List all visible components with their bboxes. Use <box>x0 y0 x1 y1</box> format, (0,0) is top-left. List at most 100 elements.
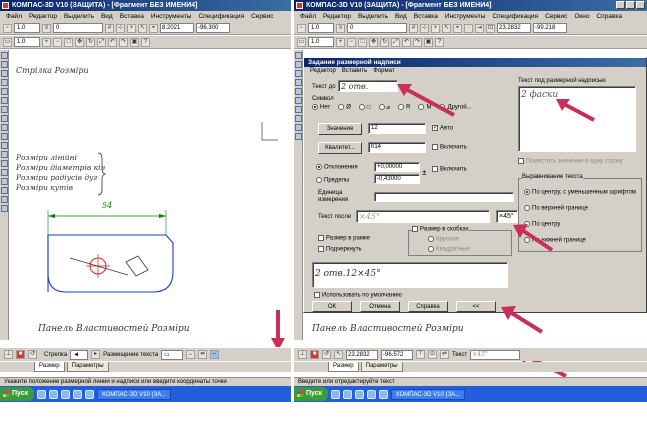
arrow-combo[interactable]: ◄ <box>70 349 89 360</box>
grid-icon[interactable]: # <box>105 23 114 33</box>
left-status-bar: Укажите положение размерной линии и надп… <box>0 377 291 386</box>
left-taskbar: Пуск КОМПАС-3D V10 (ЗА... <box>0 386 291 402</box>
local-cs-icon[interactable]: ⌖ <box>149 23 158 33</box>
tab-parameters[interactable]: Параметры <box>66 362 109 372</box>
start-button[interactable]: Пуск <box>294 387 329 401</box>
dim-option-2-icon[interactable]: ⇹ <box>198 350 208 359</box>
zoom-out-icon[interactable]: − <box>53 37 62 47</box>
table-tool-icon[interactable] <box>1 178 8 185</box>
ortho-icon[interactable]: + <box>127 23 136 33</box>
menu-insert[interactable]: Вставка <box>120 11 144 22</box>
auto-create-icon[interactable]: ↺ <box>28 350 37 359</box>
stop-icon[interactable]: ■ <box>310 350 319 359</box>
select-tool-icon[interactable] <box>1 106 8 113</box>
page-margin <box>0 402 647 448</box>
quicklaunch-player-icon[interactable] <box>73 389 83 399</box>
cursor-icon[interactable]: ↖ <box>138 23 147 33</box>
quicklaunch-folder-icon[interactable] <box>379 389 389 399</box>
taskbar-kompas-item[interactable]: КОМПАС-3D V10 (ЗА... <box>97 388 172 400</box>
props-text-label: Текст <box>452 351 468 358</box>
zoom-window-icon[interactable]: □ <box>64 37 73 47</box>
report-tool-icon[interactable] <box>1 124 8 131</box>
quicklaunch-ie-icon[interactable] <box>331 389 341 399</box>
geometry-tool-icon[interactable] <box>1 52 8 59</box>
tab-size[interactable]: Размер <box>328 362 359 372</box>
redo-icon[interactable]: ↷ <box>119 37 128 47</box>
pan-icon[interactable]: ✥ <box>75 37 84 47</box>
menu-specification[interactable]: Спецификация <box>198 11 244 22</box>
start-button[interactable]: Пуск <box>0 387 35 401</box>
point-icon[interactable]: ↖ <box>334 350 343 359</box>
cursor-box <box>125 255 149 277</box>
insert-tool-icon[interactable] <box>1 133 8 140</box>
quicklaunch-mail-icon[interactable] <box>343 389 353 399</box>
quicklaunch-player-icon[interactable] <box>367 389 377 399</box>
circle-snap-icon[interactable]: ⊙ <box>428 350 437 359</box>
coord-y-field[interactable]: -96.300 <box>196 23 230 33</box>
text-tool-icon[interactable] <box>1 169 8 176</box>
layer-combo[interactable]: 0 <box>53 23 103 33</box>
link-icon[interactable]: ⇌ <box>440 350 449 359</box>
refresh-icon[interactable]: ↻ <box>86 37 95 47</box>
quicklaunch-folder-icon[interactable] <box>85 389 95 399</box>
props-coord-y[interactable]: -96.572 <box>381 349 413 360</box>
hatch-tool-icon[interactable] <box>1 160 8 167</box>
measure-tool-icon[interactable] <box>1 97 8 104</box>
props-text-field[interactable]: ×45° <box>470 349 521 360</box>
right-properties-panel: ⊥ ■ ↺ ↖ 23.2832 -96.572 ⊤ ⊙ ⇌ Текст ×45° <box>294 347 647 361</box>
help-icon[interactable]: ? <box>141 37 150 47</box>
quicklaunch-ie-icon[interactable] <box>37 389 47 399</box>
left-property-tabs: Размер Параметры <box>0 362 291 372</box>
layer-tool-icon[interactable] <box>1 151 8 158</box>
menu-file[interactable]: Файл <box>6 11 22 22</box>
taskbar-kompas-item[interactable]: КОМПАС-3D V10 (ЗА... <box>391 388 466 400</box>
library-tool-icon[interactable] <box>1 142 8 149</box>
zoom-in-icon[interactable]: + <box>42 37 51 47</box>
dim-option-active-icon[interactable]: ⇔ <box>210 350 220 359</box>
tab-parameters[interactable]: Параметры <box>360 362 403 372</box>
scale-combo-2[interactable]: 1.0 <box>14 37 40 47</box>
right-window: КОМПАС-3D V10 (ЗАЩИТА) - [Фрагмент БЕЗ И… <box>294 0 647 448</box>
left-drawing-canvas[interactable]: Стрілка Розміри Розміри лінійні Розміри … <box>10 50 291 340</box>
placement-combo[interactable]: ▭ <box>161 349 184 360</box>
panel-caption: Панель Властивостей Розміри <box>38 324 190 334</box>
arrow-toggle-icon[interactable]: ▸ <box>91 350 101 359</box>
menu-tools[interactable]: Инструменты <box>151 11 192 22</box>
stop-icon[interactable]: ■ <box>16 350 25 359</box>
open-icon[interactable]: ▭ <box>3 37 12 47</box>
dim-option-1-icon[interactable]: ↔ <box>186 350 196 359</box>
dimension-tool-icon[interactable] <box>1 61 8 68</box>
symbol-tool-icon[interactable] <box>1 70 8 77</box>
edit-tool-icon[interactable] <box>1 79 8 86</box>
undo-icon[interactable]: ↶ <box>108 37 117 47</box>
menu-select[interactable]: Выделить <box>64 11 94 22</box>
props-coord-x[interactable]: 23.2832 <box>346 349 378 360</box>
quicklaunch-mail-icon[interactable] <box>49 389 59 399</box>
left-menu-bar: Файл Редактор Выделить Вид Вставка Инстр… <box>0 11 291 22</box>
layer-icon[interactable]: ≡ <box>42 23 51 33</box>
misc-tool-icon[interactable] <box>1 205 8 212</box>
pin-icon[interactable]: ⊥ <box>4 350 13 359</box>
leader-line <box>69 257 129 276</box>
zoom-all-icon[interactable]: ⤢ <box>97 37 106 47</box>
right-taskbar: Пуск КОМПАС-3D V10 (ЗА... <box>294 386 647 402</box>
quicklaunch-desktop-icon[interactable] <box>355 389 365 399</box>
macro-tool-icon[interactable] <box>1 196 8 203</box>
new-icon[interactable]: ▫ <box>3 23 12 33</box>
menu-editor[interactable]: Редактор <box>29 11 57 22</box>
tangent-icon[interactable]: ⊤ <box>416 350 425 359</box>
quicklaunch-desktop-icon[interactable] <box>61 389 71 399</box>
pin-icon[interactable]: ⊥ <box>298 350 307 359</box>
dimension-arrow-left <box>48 214 55 218</box>
snap-icon[interactable]: ⊹ <box>116 23 125 33</box>
menu-service[interactable]: Сервис <box>251 11 273 22</box>
auto-create-icon[interactable]: ↺ <box>322 350 331 359</box>
scale-combo[interactable]: 1.0 <box>14 23 40 33</box>
view-tool-icon[interactable] <box>1 187 8 194</box>
tab-size[interactable]: Размер <box>34 362 65 372</box>
param-tool-icon[interactable] <box>1 88 8 95</box>
properties-icon[interactable]: ▣ <box>130 37 139 47</box>
menu-view[interactable]: Вид <box>101 11 113 22</box>
spec-tool-icon[interactable] <box>1 115 8 122</box>
coord-x-field[interactable]: 8.2021 <box>160 23 194 33</box>
